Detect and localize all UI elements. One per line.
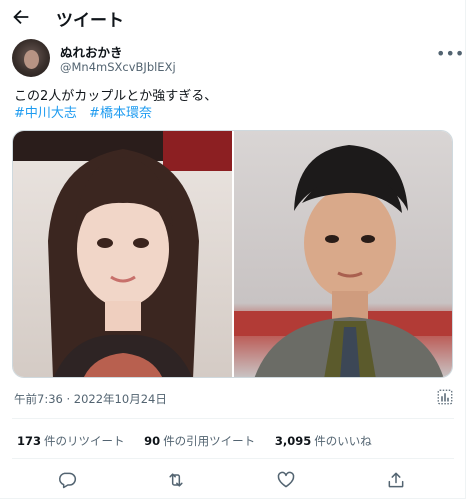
engagement-stats: 173 件のリツイート 90 件の引用ツイート 3,095 件のいいね: [17, 433, 388, 449]
retweet-count[interactable]: 173 件のリツイート: [17, 434, 125, 448]
photo-left-illustration: [13, 131, 232, 377]
retweet-icon[interactable]: [166, 470, 186, 490]
divider: [12, 418, 454, 419]
tweet-text: この2人がカップルとか強すぎる、: [14, 89, 218, 104]
top-bar: ツイート: [0, 0, 466, 34]
author-handle[interactable]: @Mn4mSXcvBJblEXj: [60, 60, 176, 74]
hashtag-row: #中川大志 #橋本環奈: [14, 105, 160, 122]
reply-icon[interactable]: [57, 470, 77, 490]
back-arrow-icon[interactable]: [10, 6, 32, 28]
photo-left[interactable]: [13, 131, 232, 377]
photo-right[interactable]: [234, 131, 452, 377]
stat-label: 件の引用ツイート: [163, 434, 256, 448]
divider: [12, 458, 454, 459]
stat-label: 件のリツイート: [44, 434, 125, 448]
quote-tweet-count[interactable]: 90 件の引用ツイート: [144, 434, 255, 448]
hashtag-link[interactable]: #橋本環奈: [89, 106, 152, 121]
stat-count: 90: [144, 434, 161, 448]
page-title: ツイート: [56, 11, 124, 31]
stat-count: 173: [17, 434, 42, 448]
photo-right-illustration: [234, 145, 452, 377]
tweet-media[interactable]: [12, 130, 453, 378]
like-icon[interactable]: [276, 470, 296, 490]
avatar-face: [24, 50, 39, 69]
tweet-page: ツイート ぬれおかき @Mn4mSXcvBJblEXj ••• この2人がカップ…: [0, 0, 466, 499]
share-icon[interactable]: [386, 470, 406, 490]
tweet-timestamp[interactable]: 午前7:36 · 2022年10月24日: [14, 391, 167, 407]
more-icon[interactable]: •••: [436, 44, 464, 63]
stat-count: 3,095: [274, 434, 312, 448]
like-count[interactable]: 3,095 件のいいね: [275, 434, 372, 448]
analytics-icon[interactable]: [436, 388, 454, 406]
author-display-name[interactable]: ぬれおかき: [60, 42, 123, 61]
hashtag-link[interactable]: #中川大志: [14, 106, 77, 121]
stat-label: 件のいいね: [314, 434, 372, 448]
avatar[interactable]: [12, 39, 50, 77]
